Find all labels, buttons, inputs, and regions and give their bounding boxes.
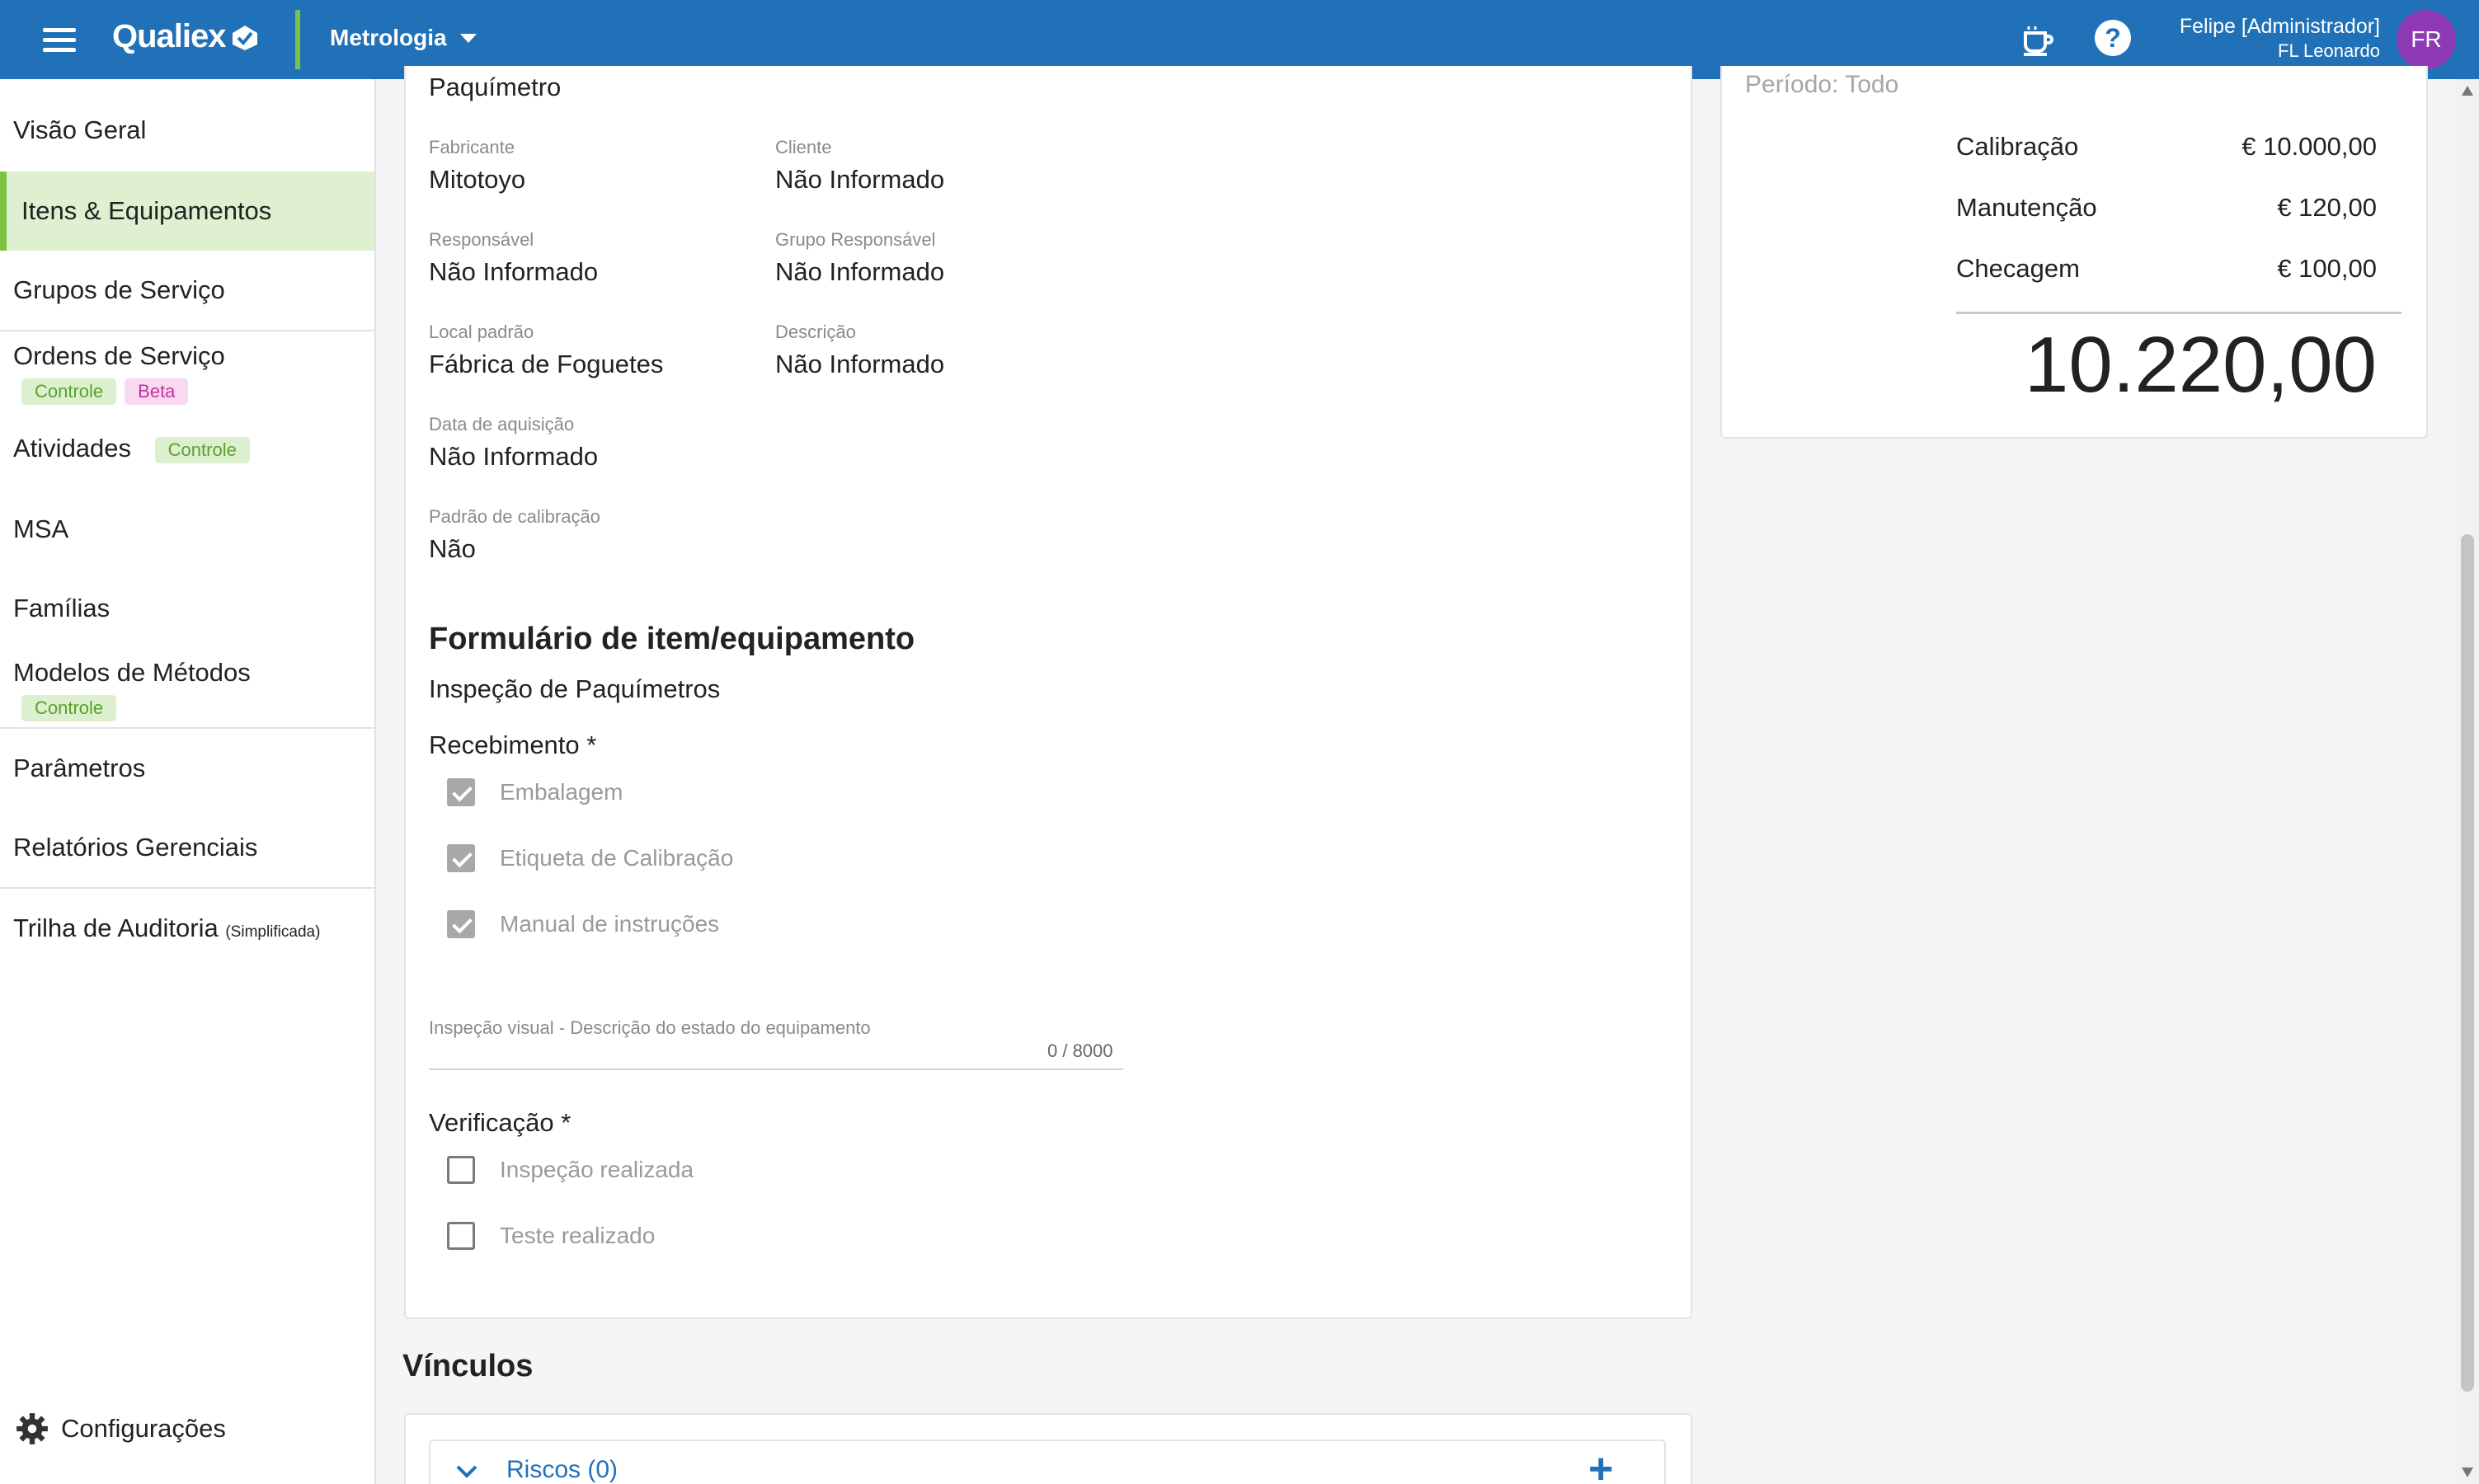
checkbox-inspecao[interactable]: Inspeção realizada bbox=[447, 1156, 694, 1184]
user-name: Felipe [Administrador] bbox=[2179, 15, 2380, 38]
settings-link[interactable]: Configurações bbox=[15, 1411, 226, 1446]
gear-icon bbox=[16, 1413, 48, 1444]
receiving-label: Recebimento * bbox=[429, 730, 597, 759]
logo-mark-icon bbox=[231, 23, 259, 51]
cost-value-manutencao: € 120,00 bbox=[2277, 193, 2377, 222]
field-label-local-padrao: Local padrão bbox=[429, 322, 534, 342]
status-badge: Beta bbox=[125, 378, 189, 405]
field-label-padrao-calibracao: Padrão de calibração bbox=[429, 506, 600, 527]
page-scrollbar[interactable] bbox=[2456, 79, 2479, 1484]
status-badge: Controle bbox=[154, 436, 250, 463]
help-icon[interactable]: ? bbox=[2095, 20, 2134, 59]
cost-label-manutencao: Manutenção bbox=[1956, 193, 2097, 222]
sidebar-item-familias[interactable]: Famílias bbox=[0, 594, 374, 623]
checkbox-unchecked-icon[interactable] bbox=[447, 1156, 475, 1184]
field-label-data-aquisicao: Data de aquisição bbox=[429, 414, 575, 434]
checkbox-unchecked-icon[interactable] bbox=[447, 1222, 475, 1250]
visual-inspection-input[interactable] bbox=[429, 1036, 1123, 1070]
avatar[interactable]: FR bbox=[2397, 10, 2456, 69]
scroll-up-icon[interactable] bbox=[2462, 86, 2473, 96]
sidebar-item-trilha-auditoria[interactable]: Trilha de Auditoria (Simplificada) bbox=[0, 913, 374, 943]
sidebar-divider bbox=[0, 727, 374, 729]
checkbox-embalagem[interactable]: Embalagem bbox=[447, 778, 623, 806]
module-selector[interactable]: Metrologia bbox=[330, 25, 477, 51]
checkbox-checked-icon[interactable] bbox=[447, 910, 475, 938]
scroll-down-icon[interactable] bbox=[2462, 1468, 2473, 1477]
field-label-cliente: Cliente bbox=[775, 137, 832, 157]
cost-value-calibracao: € 10.000,00 bbox=[2241, 132, 2377, 161]
field-value-data-aquisicao: Não Informado bbox=[429, 442, 599, 471]
total-divider bbox=[1956, 312, 2401, 314]
links-title: Vínculos bbox=[402, 1349, 534, 1383]
cost-label-checagem: Checagem bbox=[1956, 254, 2080, 283]
sidebar-item-atividades[interactable]: Atividades Controle bbox=[0, 434, 374, 463]
menu-icon[interactable] bbox=[43, 28, 76, 52]
field-value-cliente: Não Informado bbox=[775, 165, 945, 194]
checkbox-checked-icon[interactable] bbox=[447, 844, 475, 872]
field-value-responsavel: Não Informado bbox=[429, 257, 599, 286]
sidebar-divider bbox=[0, 330, 374, 331]
field-value-grupo-responsavel: Não Informado bbox=[775, 257, 945, 286]
form-title: Formulário de item/equipamento bbox=[429, 622, 915, 656]
status-badge: Controle bbox=[21, 378, 117, 405]
checkbox-manual[interactable]: Manual de instruções bbox=[447, 910, 719, 938]
sidebar-item-visao-geral[interactable]: Visão Geral bbox=[0, 115, 374, 145]
checkbox-etiqueta[interactable]: Etiqueta de Calibração bbox=[447, 844, 733, 872]
status-badge: Controle bbox=[21, 695, 117, 721]
field-label-responsavel: Responsável bbox=[429, 229, 534, 250]
coffee-cup-icon[interactable] bbox=[2017, 20, 2057, 59]
cost-value-checagem: € 100,00 bbox=[2277, 254, 2377, 283]
cost-total: 10.220,00 bbox=[2024, 321, 2377, 409]
item-name: Paquímetro bbox=[429, 73, 562, 101]
user-info[interactable]: Felipe [Administrador] FL Leonardo bbox=[2180, 15, 2380, 62]
sidebar-item-ordens-servico[interactable]: Ordens de Serviço Controle Beta bbox=[0, 341, 374, 405]
period-filter: Período: Todo bbox=[1745, 71, 1899, 98]
verification-label: Verificação * bbox=[429, 1108, 572, 1137]
field-value-fabricante: Mitotoyo bbox=[429, 165, 526, 194]
topbar-divider bbox=[295, 10, 300, 69]
sidebar-item-msa[interactable]: MSA bbox=[0, 514, 374, 544]
field-label-descricao: Descrição bbox=[775, 322, 856, 342]
field-value-padrao-calibracao: Não bbox=[429, 534, 476, 563]
sidebar-item-itens-equipamentos[interactable]: Itens & Equipamentos bbox=[0, 171, 374, 251]
chevron-down-icon[interactable] bbox=[455, 1464, 478, 1479]
checkbox-checked-icon[interactable] bbox=[447, 778, 475, 806]
field-value-local-padrao: Fábrica de Foguetes bbox=[429, 350, 664, 378]
logo-text: Qualiex bbox=[112, 18, 227, 54]
field-label-grupo-responsavel: Grupo Responsável bbox=[775, 229, 936, 250]
field-value-descricao: Não Informado bbox=[775, 350, 945, 378]
sidebar-item-relatorios[interactable]: Relatórios Gerenciais bbox=[0, 833, 374, 862]
sidebar-item-modelos-metodos[interactable]: Modelos de Métodos Controle bbox=[0, 658, 374, 721]
char-counter: 0 / 8000 bbox=[1047, 1040, 1113, 1061]
scroll-thumb[interactable] bbox=[2461, 534, 2474, 1392]
sidebar-item-grupos-servico[interactable]: Grupos de Serviço bbox=[0, 275, 374, 305]
sidebar-item-parametros[interactable]: Parâmetros bbox=[0, 754, 374, 783]
sidebar: Visão Geral Itens & Equipamentos Grupos … bbox=[0, 79, 376, 1484]
field-label-fabricante: Fabricante bbox=[429, 137, 515, 157]
app-logo[interactable]: Qualiex bbox=[112, 18, 259, 55]
risks-label[interactable]: Riscos (0) bbox=[506, 1456, 618, 1484]
module-label: Metrologia bbox=[330, 25, 447, 50]
form-name: Inspeção de Paquímetros bbox=[429, 674, 721, 703]
checkbox-teste[interactable]: Teste realizado bbox=[447, 1222, 655, 1250]
cost-label-calibracao: Calibração bbox=[1956, 132, 2079, 161]
user-org: FL Leonardo bbox=[2278, 40, 2380, 61]
add-risk-button[interactable]: + bbox=[1588, 1448, 1613, 1484]
chevron-down-icon bbox=[459, 33, 477, 43]
sidebar-divider bbox=[0, 887, 374, 889]
